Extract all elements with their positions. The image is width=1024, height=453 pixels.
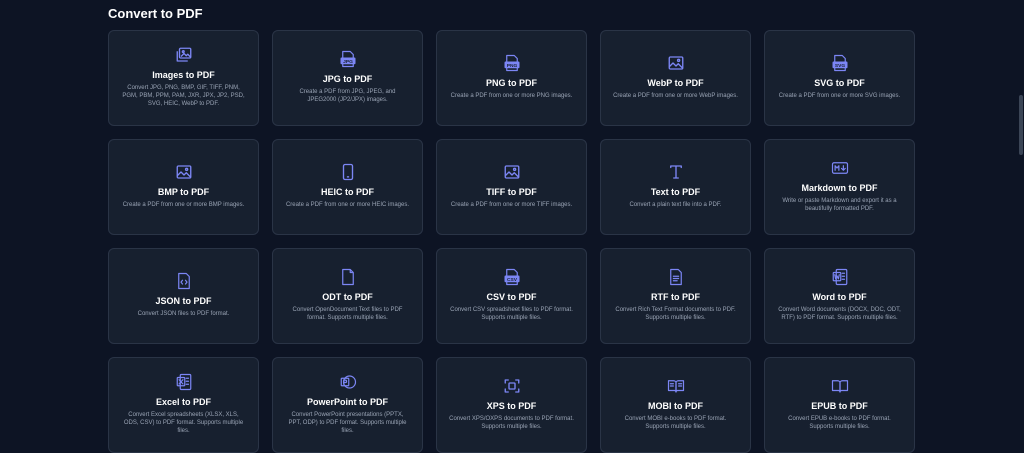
file-icon: [339, 268, 357, 286]
card-title: Text to PDF: [650, 187, 701, 197]
card-description: Convert Word documents (DOCX, DOC, ODT, …: [778, 307, 901, 321]
card-description: Create a PDF from JPG, JPEG, and JPEG200…: [299, 89, 396, 103]
card-json-to-pdf[interactable]: JSON to PDF Convert JSON files to PDF fo…: [108, 248, 259, 344]
card-title: MOBI to PDF: [648, 401, 703, 411]
card-xps-to-pdf[interactable]: XPS to PDF Convert XPS/OXPS documents to…: [436, 357, 587, 453]
card-title: WebP to PDF: [647, 78, 704, 88]
png-icon-label: PNG: [506, 63, 517, 69]
book-icon: [831, 377, 849, 395]
card-description: Convert MOBI e-books to PDF format. Supp…: [624, 416, 727, 430]
card-description: Convert CSV spreadsheet files to PDF for…: [450, 307, 573, 321]
card-title: JSON to PDF: [155, 296, 212, 306]
card-title: RTF to PDF: [651, 292, 700, 302]
document-text-icon: [667, 268, 685, 286]
card-title: TIFF to PDF: [486, 187, 537, 197]
card-description: Convert OpenDocument Text files to PDF f…: [292, 307, 403, 321]
card-description: Convert PowerPoint presentations (PPTX, …: [288, 412, 407, 434]
json-file-icon: [175, 272, 193, 290]
jpg-file-icon: JPG: [339, 50, 357, 68]
card-description: Create a PDF from one or more TIFF image…: [450, 202, 573, 208]
card-jpg-to-pdf[interactable]: JPG JPG to PDF Create a PDF from JPG, JP…: [272, 30, 423, 126]
image-icon: [503, 163, 521, 181]
card-title: HEIC to PDF: [321, 187, 374, 197]
png-file-icon: PNG: [503, 54, 521, 72]
card-excel-to-pdf[interactable]: Excel to PDF Convert Excel spreadsheets …: [108, 357, 259, 453]
image-icon: [667, 54, 685, 72]
markdown-icon: [831, 159, 849, 177]
card-description: Convert XPS/OXPS documents to PDF format…: [449, 416, 574, 430]
card-text-to-pdf[interactable]: Text to PDF Convert a plain text file in…: [600, 139, 751, 235]
card-title: PNG to PDF: [486, 78, 537, 88]
card-title: Word to PDF: [812, 292, 867, 302]
csv-icon-label: CSV: [507, 277, 518, 283]
svg-file-icon: SVG: [831, 54, 849, 72]
svg-icon-label: SVG: [834, 63, 844, 69]
card-svg-to-pdf[interactable]: SVG SVG to PDF Create a PDF from one or …: [764, 30, 915, 126]
card-title: EPUB to PDF: [811, 401, 868, 411]
card-png-to-pdf[interactable]: PNG PNG to PDF Create a PDF from one or …: [436, 30, 587, 126]
word-icon: [831, 268, 849, 286]
card-description: Convert EPUB e-books to PDF format. Supp…: [788, 416, 891, 430]
card-description: Convert a plain text file into a PDF.: [629, 202, 722, 208]
card-word-to-pdf[interactable]: Word to PDF Convert Word documents (DOCX…: [764, 248, 915, 344]
card-title: PowerPoint to PDF: [307, 397, 388, 407]
card-title: ODT to PDF: [322, 292, 373, 302]
converter-grid: Images to PDF Convert JPG, PNG, BMP, GIF…: [108, 30, 915, 453]
card-bmp-to-pdf[interactable]: BMP to PDF Create a PDF from one or more…: [108, 139, 259, 235]
card-title: Markdown to PDF: [801, 183, 878, 193]
powerpoint-icon: [339, 373, 357, 391]
card-heic-to-pdf[interactable]: HEIC to PDF Create a PDF from one or mor…: [272, 139, 423, 235]
card-images-to-pdf[interactable]: Images to PDF Convert JPG, PNG, BMP, GIF…: [108, 30, 259, 126]
text-icon: [667, 163, 685, 181]
card-description: Convert JSON files to PDF format.: [137, 311, 230, 317]
csv-file-icon: CSV: [503, 268, 521, 286]
card-description: Convert JPG, PNG, BMP, GIF, TIFF, PNM, P…: [122, 85, 245, 107]
card-description: Create a PDF from one or more WebP image…: [613, 93, 738, 99]
section-title: Convert to PDF: [108, 6, 203, 21]
card-odt-to-pdf[interactable]: ODT to PDF Convert OpenDocument Text fil…: [272, 248, 423, 344]
card-title: Images to PDF: [152, 70, 215, 80]
card-title: CSV to PDF: [486, 292, 537, 302]
card-title: BMP to PDF: [157, 187, 210, 197]
card-title: Excel to PDF: [155, 397, 211, 407]
jpg-icon-label: JPG: [343, 59, 353, 65]
card-mobi-to-pdf[interactable]: MOBI to PDF Convert MOBI e-books to PDF …: [600, 357, 751, 453]
card-description: Create a PDF from one or more PNG images…: [450, 93, 573, 99]
scan-frame-icon: [503, 377, 521, 395]
card-markdown-to-pdf[interactable]: Markdown to PDF Write or paste Markdown …: [764, 139, 915, 235]
images-icon: [175, 46, 193, 64]
card-epub-to-pdf[interactable]: EPUB to PDF Convert EPUB e-books to PDF …: [764, 357, 915, 453]
scrollbar-thumb[interactable]: [1019, 95, 1023, 155]
card-description: Create a PDF from one or more BMP images…: [122, 202, 245, 208]
card-description: Create a PDF from one or more SVG images…: [778, 93, 901, 99]
card-webp-to-pdf[interactable]: WebP to PDF Create a PDF from one or mor…: [600, 30, 751, 126]
excel-icon: [175, 373, 193, 391]
book-open-icon: [667, 377, 685, 395]
phone-icon: [339, 163, 357, 181]
card-title: JPG to PDF: [322, 74, 373, 84]
image-icon: [175, 163, 193, 181]
card-csv-to-pdf[interactable]: CSV CSV to PDF Convert CSV spreadsheet f…: [436, 248, 587, 344]
card-title: XPS to PDF: [486, 401, 537, 411]
card-description: Convert Rich Text Format documents to PD…: [615, 307, 736, 321]
page-scrollbar[interactable]: [1019, 0, 1023, 443]
card-description: Convert Excel spreadsheets (XLSX, XLS, O…: [123, 412, 244, 434]
card-powerpoint-to-pdf[interactable]: PowerPoint to PDF Convert PowerPoint pre…: [272, 357, 423, 453]
card-title: SVG to PDF: [814, 78, 865, 88]
card-tiff-to-pdf[interactable]: TIFF to PDF Create a PDF from one or mor…: [436, 139, 587, 235]
card-rtf-to-pdf[interactable]: RTF to PDF Convert Rich Text Format docu…: [600, 248, 751, 344]
card-description: Write or paste Markdown and export it as…: [782, 198, 897, 212]
card-description: Create a PDF from one or more HEIC image…: [285, 202, 410, 208]
